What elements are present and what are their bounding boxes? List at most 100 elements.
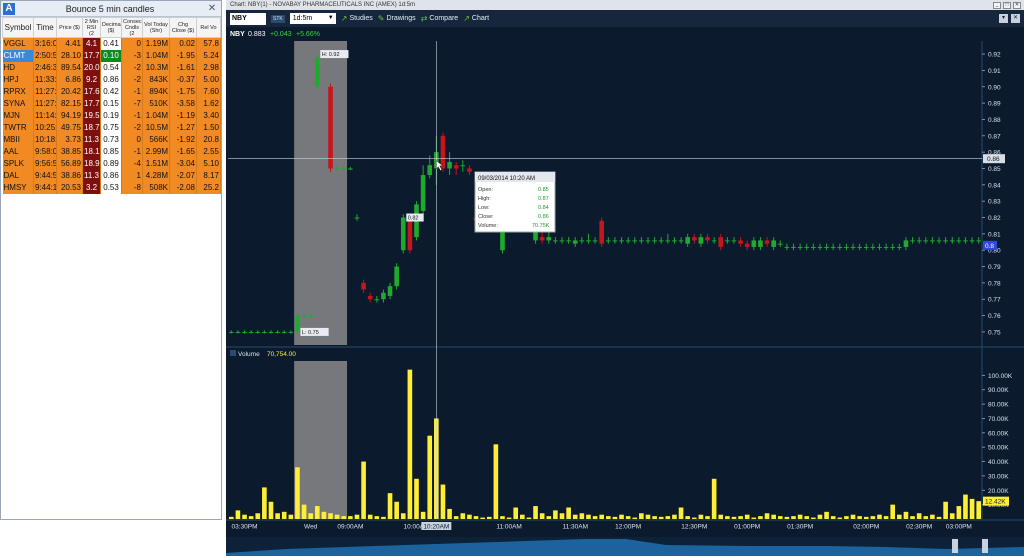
- volume-bar: [539, 513, 545, 519]
- candle: [758, 240, 763, 247]
- candle: [539, 237, 545, 241]
- table-row[interactable]: HMSY 9:44:1 20.53 3.2 0.53 -8 508K -2.08 25.2: [2, 182, 221, 194]
- table-cell-chg: -1.27: [169, 122, 197, 134]
- candle: [599, 220, 605, 244]
- table-row[interactable]: HPJ 11:33: 6.86 9.2 0.86 -2 843K -0.37 5.00: [2, 74, 221, 86]
- chart-titlebar[interactable]: Chart: NBY(1) - NOVABAY PHARMACEUTICALS …: [226, 0, 1024, 10]
- table-cell-price: 38.86: [56, 170, 83, 182]
- volume-bar: [228, 516, 234, 519]
- candle: [791, 246, 796, 248]
- volume-bar: [506, 517, 512, 519]
- tooltip-datetime: 09/03/2014 10:20 AM: [478, 176, 535, 182]
- candle: [440, 135, 446, 169]
- volume-bar: [758, 516, 763, 519]
- volume-bar: [903, 511, 909, 519]
- candle: [394, 266, 399, 287]
- table-row[interactable]: MJN 11:14: 94.19 19.5 0.19 -1 1.04M -1.19 3.40: [2, 110, 221, 122]
- column-header[interactable]: Consec Cndls (2: [121, 17, 143, 38]
- table-cell-symbol: MBII: [2, 134, 34, 146]
- price-tick-label: 0.87: [988, 133, 1001, 140]
- candle: [804, 246, 810, 248]
- table-cell-rel: 2.55: [196, 146, 221, 158]
- table-cell-symbol: MJN: [2, 110, 34, 122]
- volume-bar: [844, 516, 849, 519]
- close-button[interactable]: ✕: [1013, 1, 1021, 9]
- table-row[interactable]: MBII 10:18: 3.73 11.3 0.73 0 566K -1.92 20.8: [2, 134, 221, 146]
- time-axis-label: 12:30PM: [681, 524, 707, 531]
- table-cell-price: 82.15: [56, 98, 83, 110]
- column-header[interactable]: Rel Vo: [196, 17, 221, 38]
- minimize-button[interactable]: _: [993, 1, 1001, 9]
- candle: [334, 168, 340, 170]
- volume-bar: [678, 507, 684, 519]
- time-axis-label: Wed: [304, 524, 318, 531]
- chart-close-button[interactable]: ✕: [1011, 14, 1020, 23]
- volume-bar: [268, 501, 274, 519]
- drawings-label: Drawings: [386, 15, 416, 22]
- chart-window: Chart: NBY(1) - NOVABAY PHARMACEUTICALS …: [226, 0, 1024, 556]
- price-tick-label: 0.82: [988, 215, 1001, 222]
- table-row[interactable]: VGGL 3:16:0 4.41 4.1 0.41 0 1.19M 0.02 57.8: [2, 37, 221, 50]
- column-header[interactable]: Price ($): [56, 17, 83, 38]
- studies-button[interactable]: ↗ Studies: [341, 14, 373, 23]
- symbol-input[interactable]: NBY: [230, 12, 266, 25]
- volume-bar: [447, 508, 452, 519]
- candle: [936, 240, 942, 242]
- volume-bar: [586, 514, 591, 519]
- table-cell-dec: 0.10: [100, 50, 122, 62]
- table-row[interactable]: HD 2:46:3 89.54 20.0 0.54 -2 10.3M -1.61 2.98: [2, 62, 221, 74]
- time-axis-label: 12:00PM: [615, 524, 641, 531]
- maximize-button[interactable]: □: [1003, 1, 1011, 9]
- time-axis-label: 09:00AM: [337, 524, 363, 531]
- table-cell-rel: 5.00: [196, 74, 221, 86]
- table-row[interactable]: RPRX 11:27: 20.42 17.6 0.42 -1 894K -1.75 7.60: [2, 86, 221, 98]
- volume-bar: [698, 514, 704, 519]
- table-row[interactable]: DAL 9:44:5 38.86 11.3 0.86 1 4.28M -2.07 8.17: [2, 170, 221, 182]
- table-cell-price: 28.10: [56, 50, 83, 62]
- volume-bar: [374, 516, 380, 519]
- candle: [381, 292, 386, 300]
- candle: [963, 240, 968, 242]
- volume-bar: [520, 514, 525, 519]
- candle: [281, 331, 287, 333]
- table-cell-rel: 5.24: [196, 50, 221, 62]
- table-row[interactable]: SPLK 9:56:5 56.89 18.9 0.89 -4 1.51M -3.04 5.10: [2, 158, 221, 170]
- scroll-handle-left[interactable]: [952, 539, 958, 553]
- collapse-icon[interactable]: [230, 350, 236, 356]
- timeframe-select[interactable]: 1d:5m ▼: [289, 13, 336, 24]
- column-header[interactable]: Symbol: [2, 17, 34, 38]
- volume-bar: [553, 510, 558, 519]
- table-row[interactable]: CLMT 2:50:5 28.10 17.7 0.10 -3 1.04M -1.95 5.24: [2, 50, 221, 62]
- tooltip-high-label: High:: [478, 196, 491, 202]
- table-cell-consec: 0: [121, 134, 143, 146]
- volume-bar: [592, 516, 598, 519]
- candle: [956, 240, 962, 242]
- scroll-handle-right[interactable]: [982, 539, 988, 553]
- table-cell-rel: 5.10: [196, 158, 221, 170]
- table-row[interactable]: TWTR 10:25: 49.75 18.7 0.75 -2 10.5M -1.27 1.50: [2, 122, 221, 134]
- table-cell-consec: -2: [121, 74, 143, 86]
- scanner-close-button[interactable]: ✕: [205, 3, 219, 15]
- compare-button[interactable]: ⇄ Compare: [421, 14, 459, 23]
- column-header[interactable]: Time: [33, 17, 57, 38]
- chart-icon: ↗: [463, 14, 470, 23]
- chart-menu-button[interactable]: ▾: [999, 14, 1008, 23]
- table-cell-rsi: 17.7: [82, 50, 101, 62]
- candle: [268, 331, 274, 333]
- table-cell-dec: 0.19: [100, 110, 122, 122]
- chart-button[interactable]: ↗ Chart: [463, 14, 489, 23]
- column-header[interactable]: Chg Close ($): [169, 17, 197, 38]
- volume-tick-label: 40.00K: [988, 459, 1009, 466]
- chart-canvas[interactable]: 0.920.910.900.890.880.870.860.850.840.83…: [226, 27, 1024, 556]
- volume-bar: [685, 516, 690, 519]
- column-header[interactable]: Decimal ($): [100, 17, 122, 38]
- volume-bar: [963, 494, 968, 519]
- candle: [923, 240, 929, 242]
- column-header[interactable]: Vol Today (Shr): [142, 17, 170, 38]
- table-row[interactable]: AAL 9:58:0 38.85 18.1 0.85 -1 2.99M -1.65 2.55: [2, 146, 221, 158]
- table-row[interactable]: SYNA 11:27: 82.15 17.7 0.15 -7 510K -3.58 1.62: [2, 98, 221, 110]
- drawings-button[interactable]: ✎ Drawings: [378, 14, 416, 23]
- column-header[interactable]: 2 Min RSI (2: [82, 17, 101, 38]
- scanner-titlebar[interactable]: A Bounce 5 min candles ✕: [1, 1, 221, 17]
- table-cell-dec: 0.86: [100, 170, 122, 182]
